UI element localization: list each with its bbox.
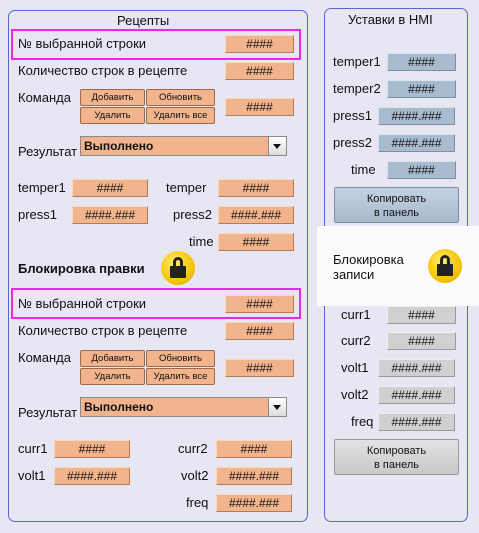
rows-count-label: Количество строк в рецепте [18,63,188,78]
volt2-field[interactable]: ####.### [216,467,292,485]
curr1-field[interactable]: #### [54,440,130,458]
volt1-label: volt1 [18,468,46,483]
command-field[interactable]: #### [225,98,294,116]
hmi-freq-label: freq [351,414,374,429]
add-button[interactable]: Добавить [80,89,145,106]
hmi-temper1-label: temper1 [333,54,381,69]
result-label: Результат [18,144,78,159]
selected-row-label-2: № выбранной строки [18,296,147,311]
press2-label: press2 [173,207,213,222]
time-label: time [189,234,214,249]
press1-label: press1 [18,207,58,222]
hmi-volt1-field[interactable]: ####.### [378,359,455,377]
lock-icon[interactable] [161,251,195,285]
press2-field[interactable]: ####.### [218,206,294,224]
hmi-temper2-field[interactable]: #### [387,80,456,98]
result-select-value: Выполнено [84,139,154,153]
hmi-temper1-field[interactable]: #### [387,53,456,71]
delete-all-button[interactable]: Удалить все [146,107,215,124]
copy-to-panel-button-2[interactable]: Копировать в панель [334,439,459,475]
hmi-temper2-label: temper2 [333,81,381,96]
volt1-field[interactable]: ####.### [54,467,130,485]
delete-button[interactable]: Удалить [80,107,145,124]
result-select-value-2: Выполнено [84,400,154,414]
delete-all-button-2[interactable]: Удалить все [146,368,215,385]
delete-button-2[interactable]: Удалить [80,368,145,385]
hmi-press2-field[interactable]: ####.### [378,134,455,152]
curr2-label: curr2 [178,441,208,456]
hmi-press1-field[interactable]: ####.### [378,107,455,125]
temper-label: temper [166,180,207,195]
command-label-2: Команда [18,350,71,365]
press1-field[interactable]: ####.### [72,206,148,224]
result-label-2: Результат [18,405,78,420]
recipes-title: Рецепты [117,13,170,28]
lock-icon[interactable] [428,249,462,283]
volt2-label: volt2 [181,468,209,483]
rows-count-field[interactable]: #### [225,62,294,80]
result-select[interactable]: Выполнено [80,136,287,156]
hmi-time-field[interactable]: #### [387,161,456,179]
hmi-curr1-field[interactable]: #### [387,306,456,324]
hmi-volt2-field[interactable]: ####.### [378,386,455,404]
update-button[interactable]: Обновить [146,89,215,106]
hmi-volt2-label: volt2 [341,387,369,402]
hmi-press2-label: press2 [333,135,373,150]
temper1-label: temper1 [18,180,66,195]
update-button-2[interactable]: Обновить [146,350,215,367]
freq-label: freq [186,495,209,510]
command-field-2[interactable]: #### [225,359,294,377]
chevron-down-icon[interactable] [268,137,286,155]
selected-row-field-2[interactable]: #### [225,295,294,313]
selected-row-field[interactable]: #### [225,35,294,53]
write-lock-label: Блокировка записи [333,252,404,282]
hmi-curr1-label: curr1 [341,307,371,322]
hmi-curr2-label: curr2 [341,333,371,348]
add-button-2[interactable]: Добавить [80,350,145,367]
chevron-down-icon[interactable] [268,398,286,416]
time-field[interactable]: #### [218,233,294,251]
command-label: Команда [18,90,71,105]
copy-to-panel-button[interactable]: Копировать в панель [334,187,459,223]
hmi-volt1-label: volt1 [341,360,369,375]
hmi-curr2-field[interactable]: #### [387,332,456,350]
selected-row-label: № выбранной строки [18,36,147,51]
hmi-freq-field[interactable]: ####.### [378,413,455,431]
temper1-field[interactable]: #### [72,179,148,197]
temper-field[interactable]: #### [218,179,294,197]
curr2-field[interactable]: #### [216,440,292,458]
freq-field[interactable]: ####.### [216,494,292,512]
result-select-2[interactable]: Выполнено [80,397,287,417]
hmi-time-label: time [351,162,376,177]
edit-lock-title: Блокировка правки [18,261,145,276]
hmi-press1-label: press1 [333,108,373,123]
curr1-label: curr1 [18,441,48,456]
hmi-setpoints-title: Уставки в HMI [348,12,433,27]
rows-count-field-2[interactable]: #### [225,322,294,340]
rows-count-label-2: Количество строк в рецепте [18,323,188,338]
